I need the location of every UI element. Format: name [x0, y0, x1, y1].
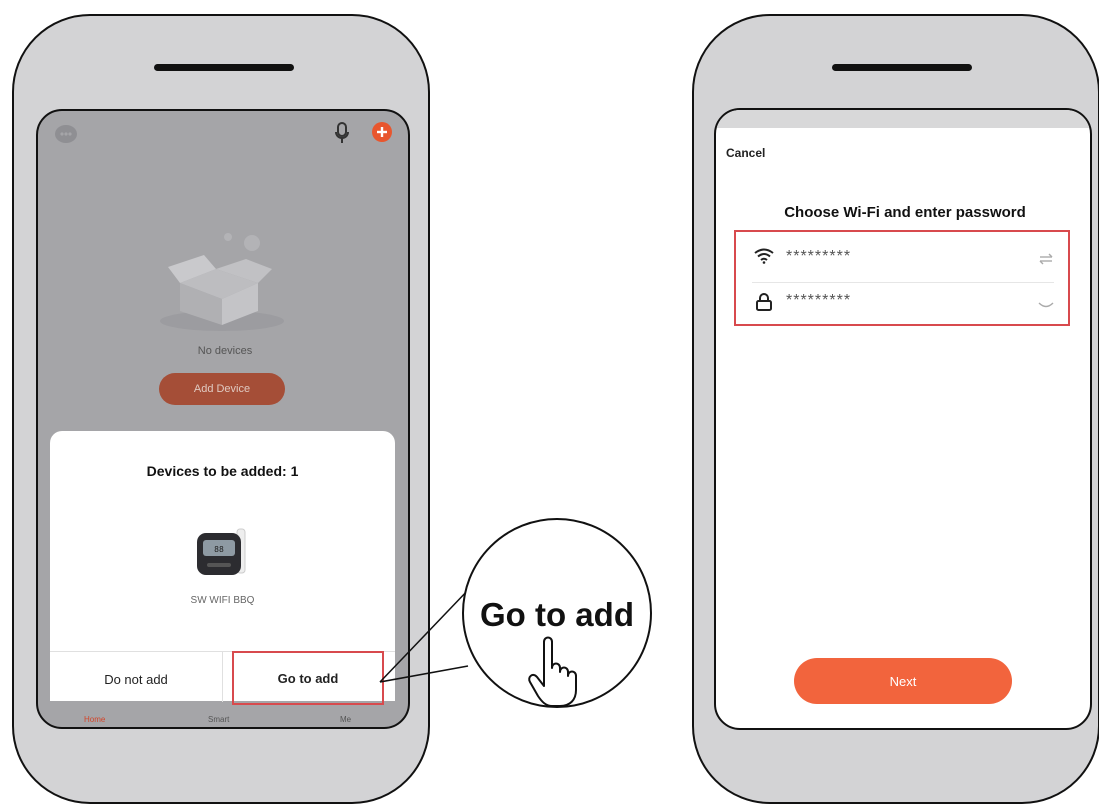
password-input[interactable]: ********* — [786, 292, 851, 310]
device-image[interactable]: 88 — [193, 525, 255, 586]
empty-state-text: No devices — [197, 345, 253, 357]
do-not-add-label: Do not add — [104, 671, 168, 687]
add-device-button[interactable]: Add Device — [159, 373, 285, 405]
eye-closed-icon[interactable] — [1038, 298, 1054, 316]
next-button[interactable]: Next — [794, 658, 1012, 704]
device-name: SW WIFI BBQ — [190, 595, 255, 606]
page-title: Choose Wi-Fi and enter password — [784, 204, 1026, 221]
empty-box-icon — [156, 229, 296, 344]
left-phone-speaker — [154, 64, 294, 71]
left-phone: No devices Add Device Devices to be adde… — [12, 14, 430, 804]
next-label: Next — [889, 673, 917, 689]
go-to-add-label: Go to add — [277, 670, 339, 686]
wifi-name-input[interactable]: ********* — [786, 248, 851, 266]
tab-smart[interactable]: Smart — [208, 715, 229, 724]
wifi-credentials-box: ********* ********* — [734, 230, 1070, 326]
hand-pointer-icon — [526, 634, 586, 713]
do-not-add-button[interactable]: Do not add — [50, 653, 222, 705]
callout-text: Go to add — [480, 596, 634, 633]
sheet-title: Devices to be added: 1 — [146, 463, 299, 479]
zoom-callout: Go to add — [462, 518, 652, 708]
tab-me[interactable]: Me — [340, 715, 351, 724]
cancel-button[interactable]: Cancel — [726, 146, 765, 160]
plus-icon[interactable] — [371, 121, 393, 148]
row-divider — [752, 282, 1054, 283]
tab-home[interactable]: Home — [84, 715, 105, 724]
right-screen: Cancel Choose Wi-Fi and enter password *… — [714, 108, 1092, 730]
svg-text:88: 88 — [214, 545, 224, 554]
go-to-add-button[interactable]: Go to add — [232, 651, 384, 705]
add-device-label: Add Device — [193, 383, 251, 395]
devices-sheet: Devices to be added: 1 88 SW WIFI BBQ Do… — [50, 431, 395, 705]
left-screen: No devices Add Device Devices to be adde… — [36, 109, 410, 729]
swap-icon[interactable] — [1038, 252, 1054, 270]
right-phone: Cancel Choose Wi-Fi and enter password *… — [692, 14, 1099, 804]
button-divider — [222, 652, 223, 702]
wifi-icon — [754, 248, 774, 269]
sheet-backdrop — [716, 110, 1090, 128]
chat-icon[interactable] — [54, 123, 78, 150]
microphone-icon[interactable] — [334, 121, 350, 150]
lock-icon — [754, 292, 774, 317]
right-phone-speaker — [832, 64, 972, 71]
